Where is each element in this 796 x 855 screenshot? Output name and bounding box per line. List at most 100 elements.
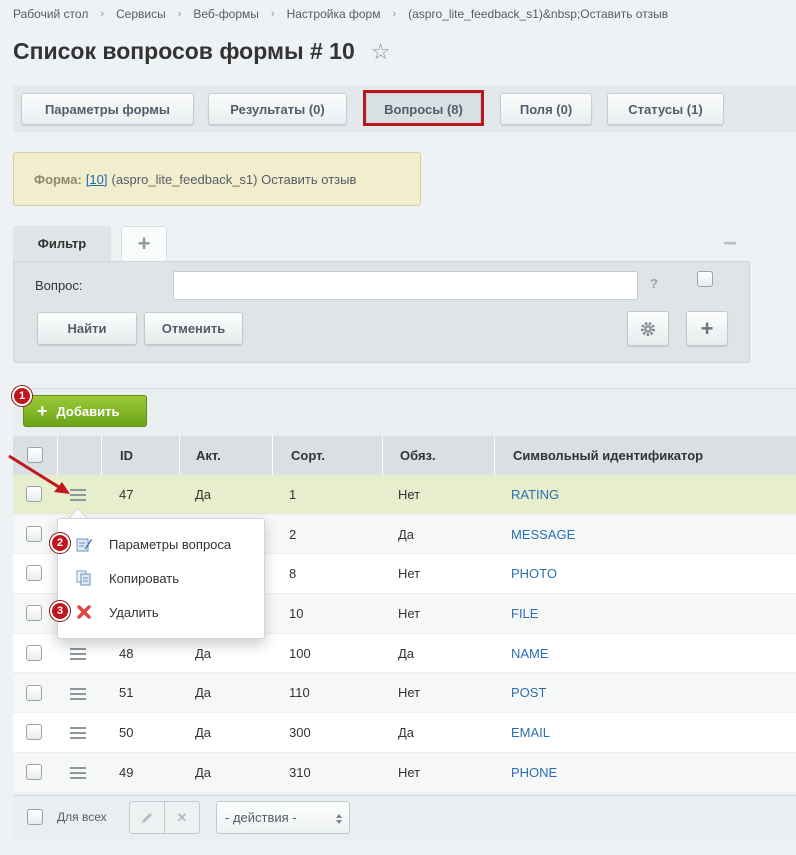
row-menu-icon[interactable] bbox=[70, 766, 86, 779]
menu-item-question-params[interactable]: Параметры вопроса bbox=[58, 527, 264, 561]
plus-icon: + bbox=[37, 401, 48, 421]
row-checkbox[interactable] bbox=[26, 565, 42, 582]
tab-fields[interactable]: Поля (0) bbox=[500, 93, 592, 125]
settings-button[interactable] bbox=[627, 311, 669, 346]
edit-selected-button[interactable] bbox=[129, 801, 165, 834]
for-all-label: Для всех bbox=[57, 810, 107, 824]
menu-item-label: Удалить bbox=[109, 604, 159, 620]
cell-active: Да bbox=[195, 486, 212, 502]
cell-active: Да bbox=[195, 685, 212, 701]
row-menu-icon[interactable] bbox=[70, 687, 86, 700]
cell-code[interactable]: NAME bbox=[511, 634, 549, 673]
row-checkbox[interactable] bbox=[26, 644, 42, 661]
cell-code[interactable]: POST bbox=[511, 674, 546, 713]
tab-questions[interactable]: Вопросы (8) bbox=[366, 93, 481, 125]
menu-item-delete[interactable]: Удалить bbox=[58, 595, 264, 629]
table-row[interactable]: 51 Да 110 Нет POST bbox=[13, 673, 796, 714]
cell-id: 51 bbox=[119, 685, 134, 701]
col-required[interactable]: Обяз. bbox=[382, 436, 494, 475]
cell-id: 47 bbox=[119, 486, 134, 502]
cell-code[interactable]: PHOTO bbox=[511, 554, 557, 593]
menu-item-label: Параметры вопроса bbox=[109, 536, 232, 552]
form-info-link[interactable]: [10] bbox=[86, 172, 108, 187]
cell-code[interactable]: MESSAGE bbox=[511, 515, 575, 554]
cell-active: Да bbox=[195, 645, 212, 661]
chevron-right-icon: › bbox=[270, 8, 275, 20]
table-row[interactable]: 50 Да 300 Да EMAIL bbox=[13, 713, 796, 753]
tab-results[interactable]: Результаты (0) bbox=[208, 93, 347, 125]
pencil-icon bbox=[142, 812, 152, 823]
form-info-label: Форма: bbox=[34, 171, 82, 187]
cell-sort: 2 bbox=[289, 526, 297, 542]
menu-item-copy[interactable]: Копировать bbox=[58, 561, 264, 595]
form-info-text: (aspro_lite_feedback_s1) Оставить отзыв bbox=[111, 171, 357, 187]
filter-checkbox[interactable] bbox=[697, 271, 713, 287]
for-all-checkbox[interactable] bbox=[27, 809, 43, 825]
col-sort[interactable]: Сорт. bbox=[272, 436, 382, 475]
cell-id: 48 bbox=[119, 645, 134, 661]
col-code[interactable]: Символьный идентификатор bbox=[494, 436, 796, 475]
cell-sort: 1 bbox=[289, 486, 297, 502]
breadcrumb-item[interactable]: Настройка форм bbox=[287, 7, 381, 21]
row-checkbox[interactable] bbox=[26, 684, 42, 701]
chevron-right-icon: › bbox=[100, 8, 104, 20]
breadcrumb-item[interactable]: Рабочий стол bbox=[13, 7, 88, 21]
add-button[interactable]: + Добавить bbox=[23, 395, 147, 427]
actions-select[interactable]: - действия - bbox=[216, 801, 350, 834]
add-button-label: Добавить bbox=[56, 403, 120, 419]
cell-required: Да bbox=[398, 645, 415, 661]
table-row[interactable]: 47 Да 1 Нет RATING bbox=[13, 475, 796, 515]
select-arrows-icon bbox=[336, 814, 342, 824]
row-checkbox[interactable] bbox=[26, 605, 42, 622]
actions-select-value: - действия - bbox=[225, 810, 297, 825]
tab-form-params[interactable]: Параметры формы bbox=[21, 93, 194, 125]
cell-code[interactable]: EMAIL bbox=[511, 713, 550, 752]
page-title: Список вопросов формы # 10 bbox=[13, 38, 355, 64]
grid-header: ID Акт. Сорт. Обяз. Символьный идентифик… bbox=[13, 436, 796, 475]
collapse-filter-icon[interactable]: − bbox=[723, 230, 737, 258]
find-button[interactable]: Найти bbox=[37, 312, 137, 345]
col-active[interactable]: Акт. bbox=[179, 436, 272, 475]
cell-code[interactable]: PHONE bbox=[511, 753, 557, 792]
add-filter-tab[interactable]: + bbox=[121, 226, 167, 261]
cell-code[interactable]: FILE bbox=[511, 594, 538, 633]
breadcrumb: Рабочий стол › Сервисы › Веб-формы › Нас… bbox=[13, 7, 668, 21]
cell-required: Да bbox=[398, 725, 415, 741]
delete-selected-button[interactable]: ✕ bbox=[164, 801, 200, 834]
star-icon[interactable]: ☆ bbox=[371, 40, 391, 63]
cell-required: Нет bbox=[398, 685, 421, 701]
add-field-button[interactable]: + bbox=[686, 311, 728, 346]
cell-required: Нет bbox=[398, 605, 421, 621]
row-menu-icon[interactable] bbox=[70, 727, 86, 740]
cell-required: Нет bbox=[398, 566, 421, 582]
annotation-arrow bbox=[8, 454, 70, 494]
breadcrumb-item[interactable]: Сервисы bbox=[116, 7, 166, 21]
breadcrumb-item[interactable]: (aspro_lite_feedback_s1)&nbsp;Оставить о… bbox=[408, 7, 668, 21]
context-menu: Параметры вопроса Копировать Удалить bbox=[57, 518, 265, 639]
tab-statuses[interactable]: Статусы (1) bbox=[607, 93, 724, 125]
annotation-badge: 1 bbox=[12, 386, 32, 406]
row-menu-icon[interactable] bbox=[70, 647, 86, 660]
cell-active: Да bbox=[195, 764, 212, 780]
cell-sort: 8 bbox=[289, 566, 297, 582]
filter-tab[interactable]: Фильтр bbox=[13, 226, 111, 261]
cell-sort: 10 bbox=[289, 605, 304, 621]
chevron-right-icon: › bbox=[392, 8, 397, 20]
plus-icon: + bbox=[700, 315, 714, 341]
chevron-right-icon: › bbox=[177, 8, 182, 20]
row-checkbox[interactable] bbox=[26, 724, 42, 741]
cancel-button[interactable]: Отменить bbox=[144, 312, 243, 345]
help-icon[interactable]: ? bbox=[650, 276, 658, 291]
cell-sort: 110 bbox=[289, 685, 310, 701]
question-filter-input[interactable] bbox=[173, 271, 638, 300]
cell-sort: 310 bbox=[289, 764, 311, 780]
col-id[interactable]: ID bbox=[101, 436, 179, 475]
table-row[interactable]: 48 Да 100 Да NAME bbox=[13, 633, 796, 674]
cell-id: 49 bbox=[119, 764, 134, 780]
breadcrumb-item[interactable]: Веб-формы bbox=[193, 7, 259, 21]
edit-icon bbox=[76, 538, 92, 552]
cell-code[interactable]: RATING bbox=[511, 475, 559, 514]
table-row[interactable]: 49 Да 310 Нет PHONE bbox=[13, 752, 796, 793]
row-checkbox[interactable] bbox=[26, 763, 42, 780]
row-checkbox[interactable] bbox=[26, 525, 42, 542]
